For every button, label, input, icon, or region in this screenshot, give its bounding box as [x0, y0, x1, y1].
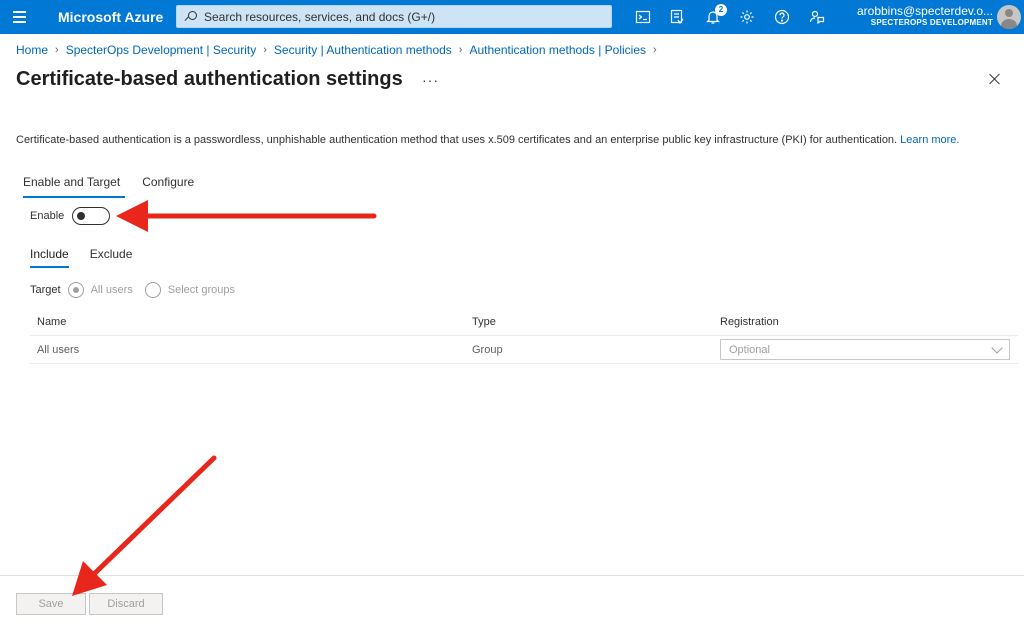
target-row: Target All users Select groups [30, 282, 247, 298]
tab-exclude[interactable]: Exclude [90, 247, 133, 268]
column-header-registration: Registration [720, 315, 779, 328]
breadcrumb-home[interactable]: Home [16, 43, 48, 57]
cell-name: All users [37, 343, 80, 356]
registration-dropdown[interactable]: Optional [720, 339, 1010, 360]
breadcrumb-security[interactable]: SpecterOps Development | Security [66, 43, 257, 57]
chevron-down-icon [991, 341, 1003, 354]
breadcrumb-chevron-icon: › [458, 44, 463, 56]
registration-selected-value: Optional [729, 343, 770, 356]
global-search[interactable] [176, 5, 612, 28]
breadcrumb-authentication-methods[interactable]: Security | Authentication methods [274, 43, 452, 57]
footer-divider [0, 575, 1024, 576]
column-header-type: Type [472, 315, 496, 328]
enable-row: Enable [30, 207, 111, 225]
tab-enable-and-target[interactable]: Enable and Target [23, 175, 120, 195]
target-subtabs: Include Exclude [30, 247, 132, 268]
hamburger-menu-icon[interactable] [0, 0, 38, 34]
all-users-radio[interactable] [67, 282, 84, 298]
breadcrumb-chevron-icon: › [55, 44, 59, 56]
page-description: Certificate-based authentication is a pa… [16, 134, 959, 146]
avatar[interactable] [997, 5, 1021, 29]
select-groups-radio-label: Select groups [167, 284, 236, 296]
select-groups-radio[interactable] [144, 282, 161, 298]
notification-count-badge: 2 [715, 4, 727, 16]
table-header: Name Type Registration [30, 308, 1018, 336]
target-table: Name Type Registration All users Group O… [30, 308, 1018, 364]
brand-logo[interactable]: Microsoft Azure [58, 9, 176, 25]
account-email: arobbins@specterdev.o... [856, 4, 993, 18]
all-users-radio-label: All users [90, 284, 133, 296]
description-text: Certificate-based authentication is a pa… [16, 134, 898, 146]
learn-more-link[interactable]: Learn more. [900, 134, 959, 146]
enable-label: Enable [30, 210, 65, 222]
table-row: All users Group Optional [30, 336, 1018, 364]
feedback-icon[interactable] [800, 0, 834, 34]
cell-type: Group [472, 343, 503, 356]
settings-tabs: Enable and Target Configure [23, 175, 194, 195]
search-input[interactable] [204, 9, 604, 24]
discard-button[interactable]: Discard [89, 593, 163, 615]
page-title: Certificate-based authentication setting… [16, 68, 403, 90]
breadcrumb-policies[interactable]: Authentication methods | Policies [469, 43, 646, 57]
target-label: Target [30, 284, 61, 296]
account-tenant: SPECTEROPS DEVELOPMENT [870, 18, 993, 27]
save-button[interactable]: Save [16, 593, 86, 615]
breadcrumb-chevron-icon: › [263, 44, 267, 56]
tab-configure[interactable]: Configure [142, 175, 194, 195]
active-tab-indicator [23, 196, 125, 198]
directory-filter-icon[interactable] [660, 0, 694, 34]
breadcrumb: Home › SpecterOps Development | Security… [16, 43, 664, 57]
notifications-bell-icon[interactable]: 2 [696, 0, 730, 34]
search-icon [185, 10, 197, 23]
tab-include[interactable]: Include [30, 247, 69, 268]
enable-toggle[interactable] [72, 207, 111, 225]
cell-registration: Optional [720, 339, 1010, 360]
breadcrumb-chevron-icon: › [653, 44, 657, 56]
cloud-shell-icon[interactable] [626, 0, 660, 34]
column-header-name: Name [37, 315, 67, 328]
help-icon[interactable] [765, 0, 799, 34]
gear-icon[interactable] [730, 0, 764, 34]
arrow-to-enable-toggle [116, 200, 377, 232]
close-icon[interactable] [987, 71, 1003, 87]
account-info[interactable]: arobbins@specterdev.o... SPECTEROPS DEVE… [857, 4, 993, 28]
more-options-icon[interactable]: ··· [422, 72, 439, 88]
